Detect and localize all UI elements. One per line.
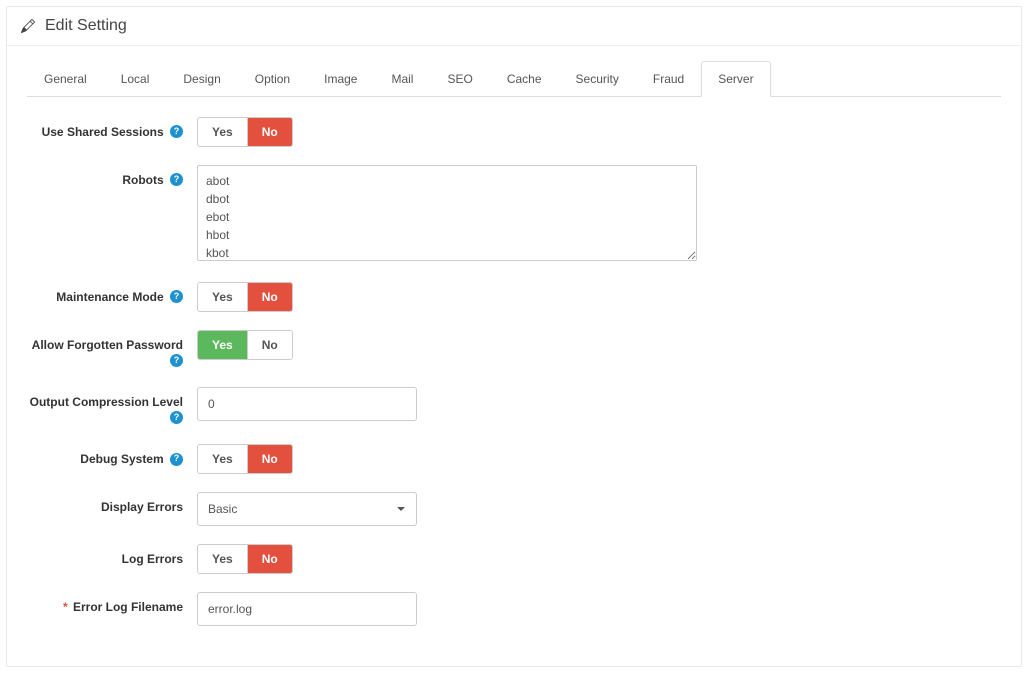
label-maintenance: Maintenance Mode ? bbox=[27, 282, 197, 306]
debug-no[interactable]: No bbox=[247, 445, 292, 473]
label-robots: Robots ? bbox=[27, 165, 197, 189]
tab-seo[interactable]: SEO bbox=[430, 61, 489, 97]
label-text: Display Errors bbox=[101, 500, 183, 514]
help-icon[interactable]: ? bbox=[170, 125, 183, 138]
pencil-icon bbox=[21, 19, 35, 33]
debug-yes[interactable]: Yes bbox=[198, 445, 247, 473]
error-log-input[interactable] bbox=[197, 592, 417, 626]
label-error-log: * Error Log Filename bbox=[27, 592, 197, 616]
label-forgotten-pw: Allow Forgotten Password ? bbox=[27, 330, 197, 369]
row-shared-sessions: Use Shared Sessions ? Yes No bbox=[27, 117, 1001, 147]
toggle-log-errors: Yes No bbox=[197, 544, 293, 574]
row-robots: Robots ? bbox=[27, 165, 1001, 264]
compression-input[interactable] bbox=[197, 387, 417, 421]
panel-body: General Local Design Option Image Mail S… bbox=[7, 46, 1021, 666]
label-text: Output Compression Level bbox=[30, 395, 183, 409]
row-maintenance: Maintenance Mode ? Yes No bbox=[27, 282, 1001, 312]
toggle-forgotten-pw: Yes No bbox=[197, 330, 293, 360]
required-mark: * bbox=[63, 600, 68, 614]
maintenance-yes[interactable]: Yes bbox=[198, 283, 247, 311]
shared-sessions-no[interactable]: No bbox=[247, 118, 292, 146]
label-text: Use Shared Sessions bbox=[42, 125, 164, 139]
tab-mail[interactable]: Mail bbox=[374, 61, 430, 97]
display-errors-select[interactable]: Basic bbox=[197, 492, 417, 526]
tabs: General Local Design Option Image Mail S… bbox=[27, 60, 1001, 97]
label-text: Maintenance Mode bbox=[56, 290, 163, 304]
label-text: Error Log Filename bbox=[73, 600, 183, 614]
log-errors-no[interactable]: No bbox=[247, 545, 292, 573]
label-text: Debug System bbox=[80, 452, 163, 466]
tab-server[interactable]: Server bbox=[701, 61, 770, 97]
row-compression: Output Compression Level ? bbox=[27, 387, 1001, 426]
row-debug: Debug System ? Yes No bbox=[27, 444, 1001, 474]
label-compression: Output Compression Level ? bbox=[27, 387, 197, 426]
row-error-log: * Error Log Filename bbox=[27, 592, 1001, 626]
label-display-errors: Display Errors bbox=[27, 492, 197, 516]
label-text: Allow Forgotten Password bbox=[32, 338, 183, 352]
tab-image[interactable]: Image bbox=[307, 61, 374, 97]
shared-sessions-yes[interactable]: Yes bbox=[198, 118, 247, 146]
label-log-errors: Log Errors bbox=[27, 544, 197, 568]
maintenance-no[interactable]: No bbox=[247, 283, 292, 311]
page-title: Edit Setting bbox=[45, 17, 127, 35]
panel-header: Edit Setting bbox=[7, 7, 1021, 46]
toggle-maintenance: Yes No bbox=[197, 282, 293, 312]
label-debug: Debug System ? bbox=[27, 444, 197, 468]
label-text: Log Errors bbox=[122, 552, 183, 566]
help-icon[interactable]: ? bbox=[170, 354, 183, 367]
tab-local[interactable]: Local bbox=[104, 61, 167, 97]
tab-general[interactable]: General bbox=[27, 61, 104, 97]
log-errors-yes[interactable]: Yes bbox=[198, 545, 247, 573]
tab-design[interactable]: Design bbox=[166, 61, 237, 97]
forgotten-pw-no[interactable]: No bbox=[247, 331, 292, 359]
toggle-debug: Yes No bbox=[197, 444, 293, 474]
row-log-errors: Log Errors Yes No bbox=[27, 544, 1001, 574]
robots-textarea[interactable] bbox=[197, 165, 697, 261]
help-icon[interactable]: ? bbox=[170, 290, 183, 303]
tab-option[interactable]: Option bbox=[238, 61, 307, 97]
toggle-shared-sessions: Yes No bbox=[197, 117, 293, 147]
row-display-errors: Display Errors Basic bbox=[27, 492, 1001, 526]
tab-cache[interactable]: Cache bbox=[490, 61, 559, 97]
tab-fraud[interactable]: Fraud bbox=[636, 61, 701, 97]
row-forgotten-pw: Allow Forgotten Password ? Yes No bbox=[27, 330, 1001, 369]
help-icon[interactable]: ? bbox=[170, 411, 183, 424]
forgotten-pw-yes[interactable]: Yes bbox=[198, 331, 247, 359]
label-text: Robots bbox=[122, 173, 163, 187]
label-shared-sessions: Use Shared Sessions ? bbox=[27, 117, 197, 141]
settings-panel: Edit Setting General Local Design Option… bbox=[6, 6, 1022, 667]
help-icon[interactable]: ? bbox=[170, 173, 183, 186]
help-icon[interactable]: ? bbox=[170, 453, 183, 466]
tab-security[interactable]: Security bbox=[559, 61, 636, 97]
